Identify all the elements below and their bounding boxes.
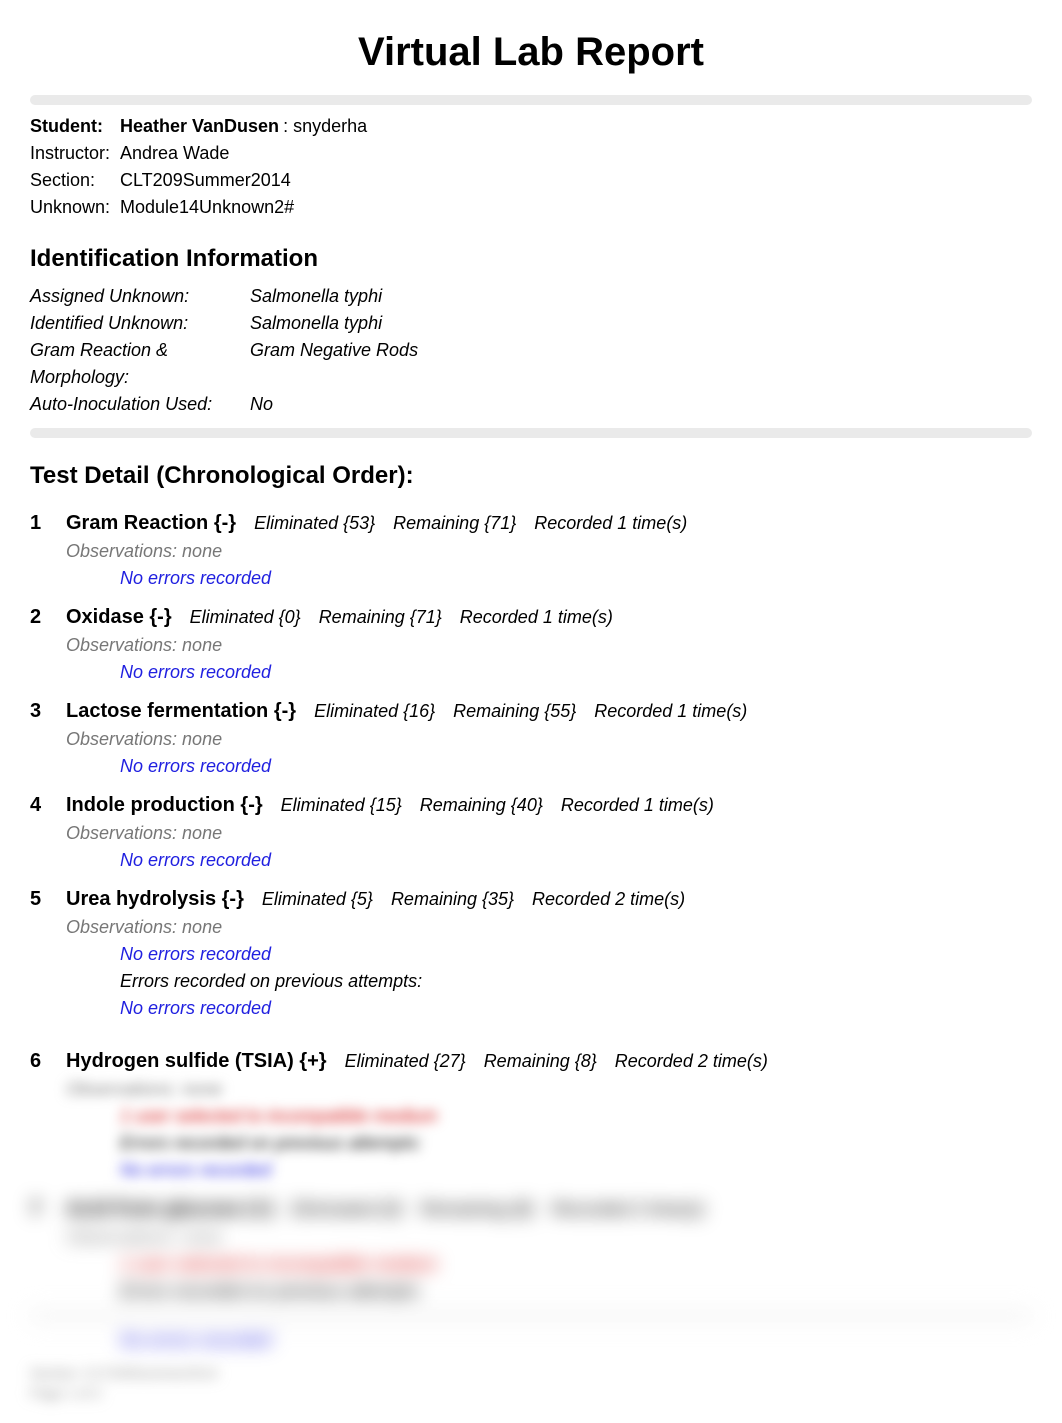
auto-inoculation-value: No bbox=[250, 391, 273, 418]
test-remaining: Remaining {8} bbox=[420, 1196, 533, 1223]
test-eliminated: Eliminated {0} bbox=[190, 604, 301, 631]
identified-unknown-label: Identified Unknown: bbox=[30, 310, 250, 337]
test-errors: No errors recorded bbox=[120, 1327, 1032, 1354]
test-remaining: Remaining {35} bbox=[391, 886, 514, 913]
test-recorded: Recorded 1 time(s) bbox=[594, 698, 747, 725]
test-observations: Observations: none bbox=[66, 726, 1032, 753]
unknown-value: Module14Unknown2# bbox=[120, 194, 294, 221]
previous-attempts-label: Errors recorded on previous attempts: bbox=[120, 968, 1032, 995]
identification-header: Identification Information bbox=[30, 245, 1032, 273]
test-recorded: Recorded 1 time(s) bbox=[534, 510, 687, 537]
gram-reaction-label: Gram Reaction & Morphology: bbox=[30, 337, 250, 391]
test-number: 2 bbox=[30, 602, 48, 632]
test-name: Oxidase {-} bbox=[66, 602, 172, 632]
test-recorded: Recorded 1 time(s) bbox=[561, 792, 714, 819]
test-number: 7 bbox=[30, 1194, 48, 1224]
identification-table: Assigned Unknown: Salmonella typhi Ident… bbox=[30, 283, 1032, 418]
test-observations: Observations: none bbox=[66, 820, 1032, 847]
test-errors: No errors recorded bbox=[120, 565, 1032, 592]
test-errors: No errors recorded bbox=[120, 847, 1032, 874]
test-eliminated: Eliminated {27} bbox=[345, 1048, 466, 1075]
test-recorded: Recorded 1 time(s) bbox=[460, 604, 613, 631]
student-label: Student: bbox=[30, 113, 120, 140]
blurred-content: Observations: none 1 user selected to in… bbox=[30, 1076, 1032, 1184]
test-detail-header: Test Detail (Chronological Order): bbox=[30, 462, 1032, 490]
section-value: CLT209Summer2014 bbox=[120, 167, 291, 194]
test-name: Hydrogen sulfide (TSIA) {+} bbox=[66, 1046, 327, 1076]
test-remaining: Remaining {40} bbox=[420, 792, 543, 819]
divider bbox=[30, 428, 1032, 438]
test-errors: 1 user selected to incompatible medium bbox=[120, 1251, 1032, 1278]
test-number: 5 bbox=[30, 884, 48, 914]
test-eliminated: Eliminated {5} bbox=[262, 886, 373, 913]
student-name: Heather VanDusen bbox=[120, 113, 279, 140]
test-remaining: Remaining {8} bbox=[484, 1048, 597, 1075]
previous-attempts-label: Errors recorded on previous attempts: bbox=[120, 1278, 1032, 1305]
test-recorded: Recorded 2 time(s) bbox=[532, 886, 685, 913]
identified-unknown-value: Salmonella typhi bbox=[250, 310, 382, 337]
test-observations: Observations: none bbox=[66, 1224, 1032, 1251]
test-eliminated: Eliminated {0} bbox=[291, 1196, 402, 1223]
test-name: Gram Reaction {-} bbox=[66, 508, 236, 538]
test-observations: Observations: none bbox=[66, 538, 1032, 565]
test-number: 3 bbox=[30, 696, 48, 726]
test-name: Indole production {-} bbox=[66, 790, 263, 820]
test-item-blurred: 7 Acid from glucose {+} Eliminated {0} R… bbox=[30, 1194, 1032, 1354]
test-observations: Observations: none bbox=[66, 632, 1032, 659]
unknown-label: Unknown: bbox=[30, 194, 120, 221]
footer-section: Section: CLT209Summer2014 bbox=[30, 1364, 1032, 1384]
test-errors: No errors recorded bbox=[120, 1157, 1032, 1184]
assigned-unknown-value: Salmonella typhi bbox=[250, 283, 382, 310]
test-number: 1 bbox=[30, 508, 48, 538]
test-eliminated: Eliminated {16} bbox=[314, 698, 435, 725]
tests-list: 1 Gram Reaction {-} Eliminated {53} Rema… bbox=[30, 508, 1032, 1354]
test-item: 2 Oxidase {-} Eliminated {0} Remaining {… bbox=[30, 602, 1032, 686]
instructor-label: Instructor: bbox=[30, 140, 120, 167]
test-number: 6 bbox=[30, 1046, 48, 1076]
test-errors: No errors recorded bbox=[120, 659, 1032, 686]
test-item: 6 Hydrogen sulfide (TSIA) {+} Eliminated… bbox=[30, 1046, 1032, 1184]
test-observations: Observations: none bbox=[66, 1076, 1032, 1103]
test-errors: 1 user selected to incompatible medium bbox=[120, 1103, 1032, 1130]
test-item: 3 Lactose fermentation {-} Eliminated {1… bbox=[30, 696, 1032, 780]
footer-blurred: Section: CLT209Summer2014 Page 1 of 2 bbox=[30, 1364, 1032, 1403]
test-recorded: Recorded 2 time(s) bbox=[615, 1048, 768, 1075]
test-observations: Observations: none bbox=[66, 914, 1032, 941]
test-eliminated: Eliminated {15} bbox=[281, 792, 402, 819]
test-name: Lactose fermentation {-} bbox=[66, 696, 296, 726]
test-remaining: Remaining {71} bbox=[319, 604, 442, 631]
instructor-value: Andrea Wade bbox=[120, 140, 229, 167]
student-info: Student: Heather VanDusen : snyderha Ins… bbox=[30, 113, 1032, 221]
student-username: : snyderha bbox=[283, 113, 367, 140]
test-number: 4 bbox=[30, 790, 48, 820]
auto-inoculation-label: Auto-Inoculation Used: bbox=[30, 391, 250, 418]
test-item: 4 Indole production {-} Eliminated {15} … bbox=[30, 790, 1032, 874]
footer-page: Page 1 of 2 bbox=[30, 1384, 1032, 1404]
previous-attempts-label: Errors recorded on previous attempts: bbox=[120, 1130, 1032, 1157]
section-label: Section: bbox=[30, 167, 120, 194]
divider-blurred bbox=[30, 1313, 1032, 1319]
test-recorded: Recorded 2 time(s) bbox=[551, 1196, 704, 1223]
test-eliminated: Eliminated {53} bbox=[254, 510, 375, 537]
page-title: Virtual Lab Report bbox=[30, 30, 1032, 75]
gram-reaction-value: Gram Negative Rods bbox=[250, 337, 418, 391]
test-errors: No errors recorded bbox=[120, 753, 1032, 780]
test-name: Urea hydrolysis {-} bbox=[66, 884, 244, 914]
test-errors: No errors recorded bbox=[120, 941, 1032, 968]
test-item: 5 Urea hydrolysis {-} Eliminated {5} Rem… bbox=[30, 884, 1032, 1022]
test-errors: No errors recorded bbox=[120, 995, 1032, 1022]
test-remaining: Remaining {71} bbox=[393, 510, 516, 537]
test-item: 1 Gram Reaction {-} Eliminated {53} Rema… bbox=[30, 508, 1032, 592]
test-name: Acid from glucose {+} bbox=[66, 1194, 273, 1224]
assigned-unknown-label: Assigned Unknown: bbox=[30, 283, 250, 310]
test-remaining: Remaining {55} bbox=[453, 698, 576, 725]
divider bbox=[30, 95, 1032, 105]
